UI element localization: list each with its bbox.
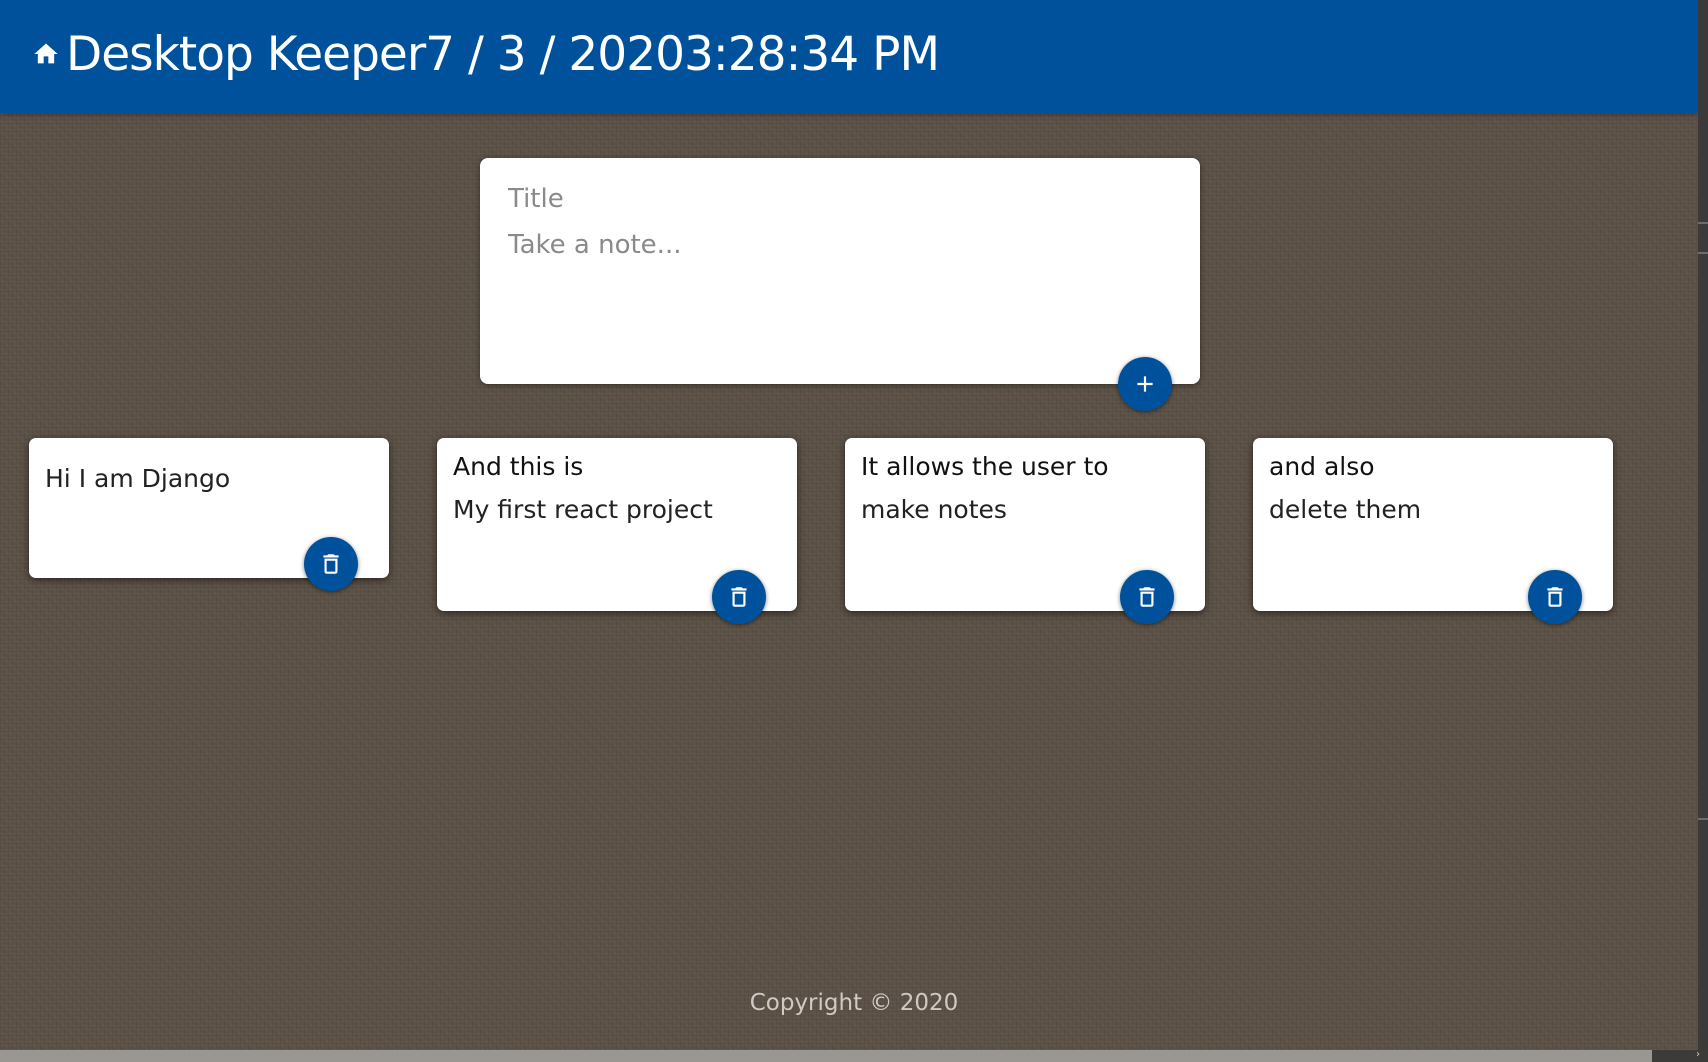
create-note-form — [480, 158, 1200, 384]
footer-copyright: Copyright © 2020 — [749, 990, 959, 1016]
note-content: make notes — [861, 495, 1007, 524]
scrollbar-thumb[interactable] — [0, 1050, 1652, 1062]
delete-note-button[interactable] — [1528, 570, 1582, 624]
plus-icon — [1137, 376, 1153, 392]
scroll-right-icon[interactable]: › — [1696, 1049, 1700, 1060]
trash-icon — [1139, 587, 1155, 607]
app-title: Desktop Keeper7 / 3 / 20203:28:34 PM — [66, 27, 940, 82]
delete-note-button[interactable] — [304, 537, 358, 591]
note-content-input[interactable] — [508, 230, 1168, 350]
trash-icon — [731, 587, 747, 607]
horizontal-scrollbar[interactable]: › — [0, 1049, 1708, 1062]
note-title-input[interactable] — [508, 184, 1168, 214]
note-content: My first react project — [453, 495, 713, 524]
delete-note-button[interactable] — [1120, 570, 1174, 624]
note-title: And this is — [453, 452, 584, 481]
delete-note-button[interactable] — [712, 570, 766, 624]
app-header: Desktop Keeper7 / 3 / 20203:28:34 PM — [0, 0, 1698, 113]
note-content: Hi I am Django — [45, 464, 231, 493]
note-title: It allows the user to — [861, 452, 1109, 481]
trash-icon — [323, 554, 339, 574]
add-note-button[interactable] — [1118, 357, 1172, 411]
note-content: delete them — [1269, 495, 1422, 524]
trash-icon — [1547, 587, 1563, 607]
note-title: and also — [1269, 452, 1375, 481]
vertical-scrollbar-edge — [1698, 0, 1708, 1050]
home-icon[interactable] — [32, 40, 60, 68]
